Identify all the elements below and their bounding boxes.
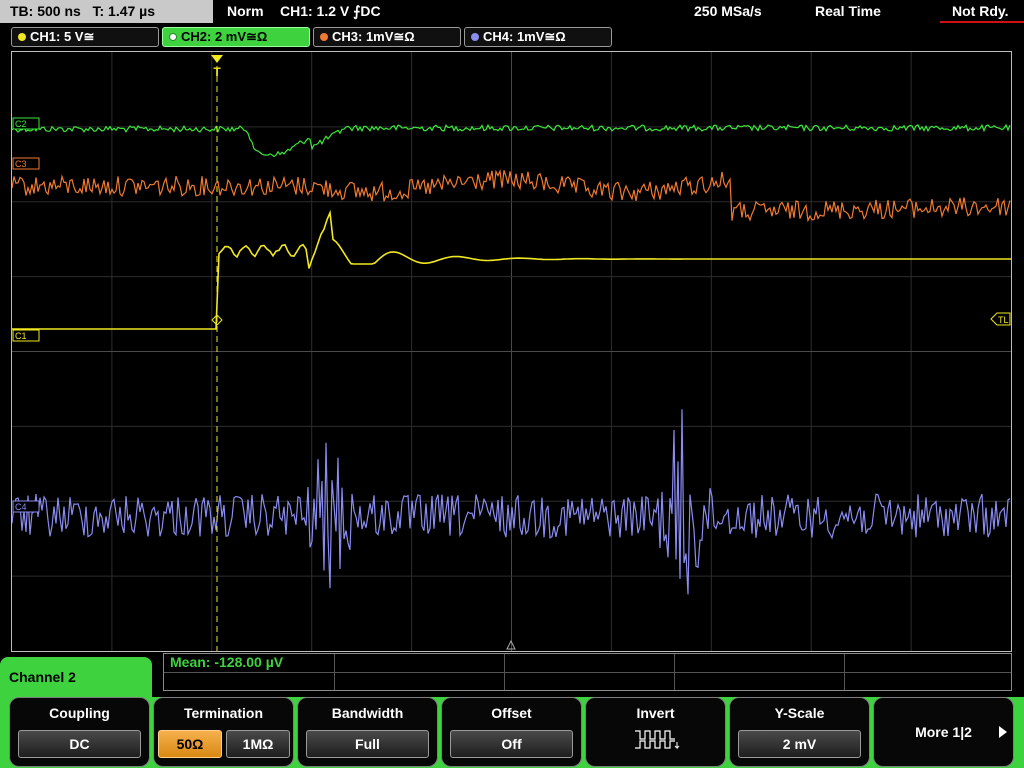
label-c1-text: C1 (15, 331, 27, 341)
coupling-title: Coupling (49, 705, 110, 721)
measurement-divider (164, 672, 1011, 673)
offset-value[interactable]: Off (450, 730, 573, 758)
ch3-color-dot (320, 33, 328, 41)
ch1-color-dot (18, 33, 26, 41)
trigger-marker[interactable]: T (211, 55, 223, 79)
acquisition-mode: Real Time (815, 3, 881, 19)
label-c1[interactable]: C1 (12, 329, 40, 342)
timebase-box[interactable]: TB: 500 ns T: 1.47 µs (0, 0, 213, 23)
ch4-color-dot (471, 33, 479, 41)
graticule (12, 52, 1011, 651)
bandwidth-title: Bandwidth (331, 705, 404, 721)
more-softkey[interactable]: More 1|2 (873, 697, 1014, 767)
termination-softkey[interactable]: Termination 50Ω 1MΩ (153, 697, 294, 767)
tab-ch1[interactable]: CH1: 5 V≅ (11, 27, 159, 47)
coupling-softkey[interactable]: Coupling DC (9, 697, 150, 767)
tab-ch2[interactable]: CH2: 2 mV≅Ω (162, 27, 310, 47)
play-arrow-icon (999, 726, 1007, 738)
menu-title: Channel 2 (9, 669, 76, 685)
label-c3[interactable]: C3 (12, 157, 40, 170)
label-c2-text: C2 (15, 119, 27, 129)
invert-title: Invert (636, 705, 675, 721)
bandwidth-softkey[interactable]: Bandwidth Full (297, 697, 438, 767)
label-c4-text: C4 (15, 502, 27, 512)
timebase-value: TB: 500 ns (10, 3, 81, 19)
tab-ch4-label: CH4: 1mV≅Ω (483, 29, 566, 44)
bandwidth-value[interactable]: Full (306, 730, 429, 758)
mean-measurement: Mean: -128.00 µV (170, 654, 284, 670)
menu-title-tab: Channel 2 (0, 657, 152, 701)
trigger-level-label: TL (998, 315, 1009, 325)
trigger-level-marker[interactable]: TL (990, 312, 1011, 326)
label-c4[interactable]: C4 (12, 500, 40, 513)
termination-title: Termination (183, 705, 264, 721)
tab-ch3[interactable]: CH3: 1mV≅Ω (313, 27, 461, 47)
offset-title: Offset (491, 705, 532, 721)
not-ready-indicator (940, 21, 1024, 23)
acquisition-state: Not Rdy. (952, 3, 1009, 19)
waveform-svg: T C2 C3 C1 C4 TL (12, 52, 1011, 651)
y-scale-value[interactable]: 2 mV (738, 730, 861, 758)
tab-ch2-label: CH2: 2 mV≅Ω (181, 29, 268, 44)
termination-50ohm-option[interactable]: 50Ω (158, 730, 222, 758)
label-c2[interactable]: C2 (12, 117, 40, 130)
trigger-source[interactable]: CH1: 1.2 V ⨍DC (280, 0, 381, 23)
coupling-value[interactable]: DC (18, 730, 141, 758)
offset-softkey[interactable]: Offset Off (441, 697, 582, 767)
waveform-display[interactable]: T C2 C3 C1 C4 TL (11, 51, 1012, 652)
invert-waveform-icon (635, 730, 680, 750)
label-c3-text: C3 (15, 159, 27, 169)
tab-ch3-label: CH3: 1mV≅Ω (332, 29, 415, 44)
ch2-color-dot (169, 33, 177, 41)
invert-softkey[interactable]: Invert (585, 697, 726, 767)
y-scale-softkey[interactable]: Y-Scale 2 mV (729, 697, 870, 767)
y-scale-title: Y-Scale (774, 705, 825, 721)
tab-ch1-label: CH1: 5 V≅ (30, 29, 95, 44)
termination-1mohm-option[interactable]: 1MΩ (226, 730, 290, 758)
tab-ch4[interactable]: CH4: 1mV≅Ω (464, 27, 612, 47)
more-label-wrap: More 1|2 (874, 698, 1013, 766)
sample-rate: 250 MSa/s (694, 3, 762, 19)
trigger-mode[interactable]: Norm (227, 0, 264, 23)
trigger-time-value: T: 1.47 µs (92, 3, 156, 19)
trigger-marker-label: T (213, 65, 221, 79)
measurement-bar (163, 653, 1012, 691)
more-label: More 1|2 (915, 724, 972, 740)
